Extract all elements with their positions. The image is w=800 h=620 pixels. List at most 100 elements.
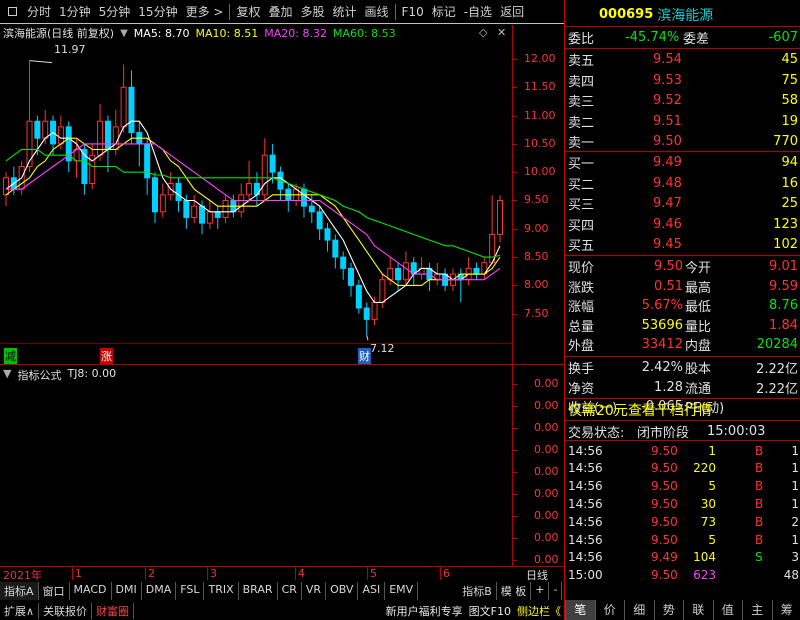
candle-body[interactable] bbox=[300, 188, 307, 207]
candle-body[interactable] bbox=[269, 154, 276, 173]
candle-body[interactable] bbox=[371, 301, 378, 320]
candle-body[interactable] bbox=[159, 194, 166, 213]
jian-badge[interactable]: 减 bbox=[4, 348, 17, 364]
candle-body[interactable] bbox=[379, 279, 386, 303]
toolbar-button[interactable]: F10 bbox=[398, 5, 428, 19]
candle-body[interactable] bbox=[246, 183, 253, 196]
kline-chart[interactable] bbox=[0, 42, 512, 342]
quote-tab[interactable]: 联 bbox=[683, 600, 713, 620]
indicator-tab[interactable]: + bbox=[531, 582, 550, 600]
price-tick-mark bbox=[512, 200, 517, 202]
footer-tab[interactable]: 关联报价 bbox=[39, 602, 93, 619]
candle-body[interactable] bbox=[402, 262, 409, 281]
stat-label: 现价 bbox=[568, 261, 595, 276]
toolbar-button[interactable]: 复权 bbox=[232, 3, 264, 20]
candle-body[interactable] bbox=[112, 126, 119, 151]
toolbar-button[interactable]: -自选 bbox=[460, 3, 496, 20]
candle-body[interactable] bbox=[332, 239, 339, 258]
price-tick-mark bbox=[512, 143, 517, 145]
settings-icon[interactable]: ▼ bbox=[120, 28, 128, 39]
footer-tab[interactable]: 扩展∧ bbox=[0, 602, 40, 619]
quote-tab[interactable]: 筹 bbox=[771, 600, 800, 620]
indicator-tab[interactable]: - bbox=[549, 582, 563, 600]
candle-body[interactable] bbox=[238, 194, 245, 213]
footer-link[interactable]: 图文F10 bbox=[466, 603, 514, 619]
candle-body[interactable] bbox=[57, 126, 64, 145]
expand-diamond-icon[interactable]: ◇ bbox=[479, 26, 487, 39]
indicator-toggle-icon[interactable]: ▼ bbox=[3, 367, 11, 383]
tick-count: 1 bbox=[791, 479, 799, 494]
close-icon[interactable]: ✕ bbox=[497, 26, 506, 39]
candle-body[interactable] bbox=[175, 183, 182, 201]
toolbar-button[interactable]: 15分钟 bbox=[134, 3, 181, 20]
candle-body[interactable] bbox=[191, 205, 198, 218]
candle-body[interactable] bbox=[151, 177, 158, 213]
candle-body[interactable] bbox=[355, 284, 362, 309]
footer-tab[interactable]: 财富圈 bbox=[92, 602, 135, 619]
candle-body[interactable] bbox=[316, 211, 323, 230]
quote-tab[interactable]: 势 bbox=[653, 600, 684, 620]
toolbar-button[interactable]: 统计 bbox=[329, 3, 361, 20]
indicator-tab[interactable]: CR bbox=[278, 582, 302, 600]
indicator-tab[interactable]: 指标B bbox=[458, 582, 497, 600]
period-label[interactable]: 日线 bbox=[526, 567, 548, 583]
candle-body[interactable] bbox=[348, 267, 355, 286]
indicator-tab[interactable]: OBV bbox=[326, 582, 359, 600]
toolbar-square-icon[interactable] bbox=[8, 7, 17, 16]
indicator-name[interactable]: 指标公式 bbox=[17, 367, 61, 383]
candle-body[interactable] bbox=[97, 120, 104, 156]
toolbar-button[interactable]: 分时 bbox=[23, 3, 55, 20]
quote-tab[interactable]: 主 bbox=[742, 600, 772, 620]
candle-body[interactable] bbox=[183, 199, 190, 218]
candle-body[interactable] bbox=[120, 86, 127, 128]
quote-tab[interactable]: 笔 bbox=[565, 600, 595, 620]
zhang-badge[interactable]: 涨 bbox=[100, 348, 113, 364]
indicator-tab[interactable]: VR bbox=[302, 582, 327, 600]
candle-body[interactable] bbox=[261, 154, 268, 196]
candle-body[interactable] bbox=[324, 228, 331, 241]
indicator-tab[interactable]: FSL bbox=[176, 582, 205, 600]
indicator-tab[interactable]: ASI bbox=[358, 582, 386, 600]
toolbar-button[interactable]: 5分钟 bbox=[95, 3, 135, 20]
footer-link[interactable]: 侧边栏《 bbox=[514, 603, 564, 619]
indicator-tab[interactable]: EMV bbox=[385, 582, 419, 600]
toolbar-button[interactable]: 标记 bbox=[428, 3, 460, 20]
candle-body[interactable] bbox=[395, 267, 402, 281]
candle-body[interactable] bbox=[128, 86, 135, 134]
candle-body[interactable] bbox=[199, 205, 206, 224]
quote-tab[interactable]: 细 bbox=[624, 600, 654, 620]
candle-body[interactable] bbox=[308, 205, 315, 213]
indicator-tab[interactable]: BRAR bbox=[239, 582, 278, 600]
candle-body[interactable] bbox=[497, 199, 503, 235]
indicator-tab[interactable]: 窗口 bbox=[39, 582, 70, 600]
candle-body[interactable] bbox=[104, 120, 111, 151]
candle-body[interactable] bbox=[3, 177, 9, 196]
candle-body[interactable] bbox=[363, 307, 370, 320]
toolbar-button[interactable]: 叠加 bbox=[264, 3, 296, 20]
quote-tab[interactable]: 价 bbox=[594, 600, 625, 620]
indicator-tab[interactable]: MACD bbox=[70, 582, 112, 600]
candle-body[interactable] bbox=[222, 199, 229, 218]
indicator-tab[interactable]: TRIX bbox=[204, 582, 239, 600]
quote-tab[interactable]: 值 bbox=[712, 600, 743, 620]
candle-body[interactable] bbox=[42, 120, 49, 139]
toolbar-button[interactable]: 1分钟 bbox=[55, 3, 95, 20]
cai-badge[interactable]: 财 bbox=[358, 348, 371, 364]
footer-link[interactable]: 新用户福利专享 bbox=[383, 603, 466, 619]
candle-body[interactable] bbox=[26, 120, 33, 168]
candle-body[interactable] bbox=[214, 211, 221, 218]
indicator-tab[interactable]: 指标A bbox=[0, 582, 39, 600]
indicator-tab[interactable]: DMI bbox=[112, 582, 142, 600]
status-value: 闭市阶段 bbox=[637, 426, 690, 441]
candle-body[interactable] bbox=[473, 267, 480, 275]
toolbar-button[interactable]: 画线 bbox=[361, 3, 393, 20]
indicator-tab[interactable]: DMA bbox=[142, 582, 177, 600]
toolbar-button[interactable]: 返回 bbox=[496, 3, 528, 20]
toolbar-button[interactable]: 多股 bbox=[296, 3, 328, 20]
toolbar-button[interactable]: 更多 > bbox=[182, 3, 228, 20]
indicator-tab[interactable]: 模 板 bbox=[497, 582, 532, 600]
candle-body[interactable] bbox=[206, 211, 213, 224]
candle-body[interactable] bbox=[340, 256, 347, 269]
promo-link[interactable]: 仅需20元查看千档行情 bbox=[568, 400, 712, 420]
candle-body[interactable] bbox=[34, 120, 41, 139]
